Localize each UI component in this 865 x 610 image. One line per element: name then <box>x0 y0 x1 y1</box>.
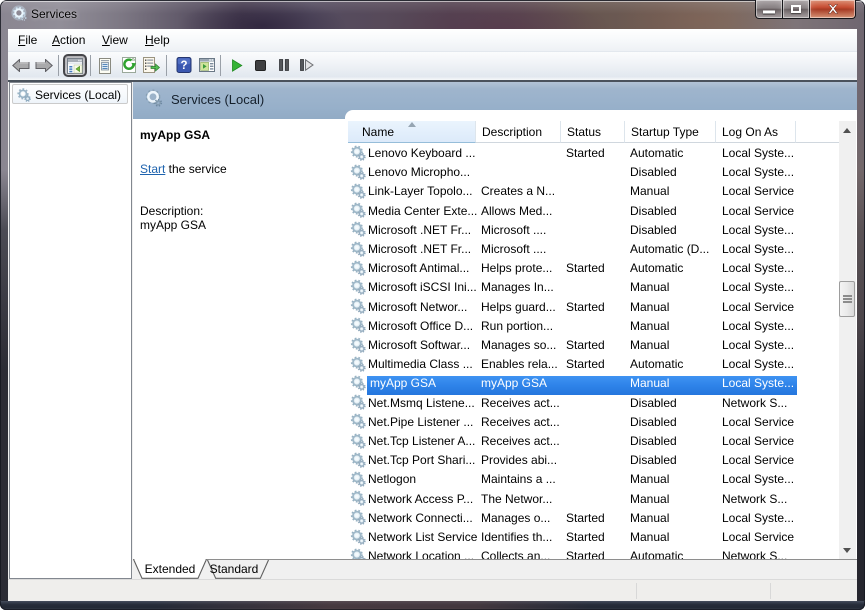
svg-text:?: ? <box>180 60 187 72</box>
